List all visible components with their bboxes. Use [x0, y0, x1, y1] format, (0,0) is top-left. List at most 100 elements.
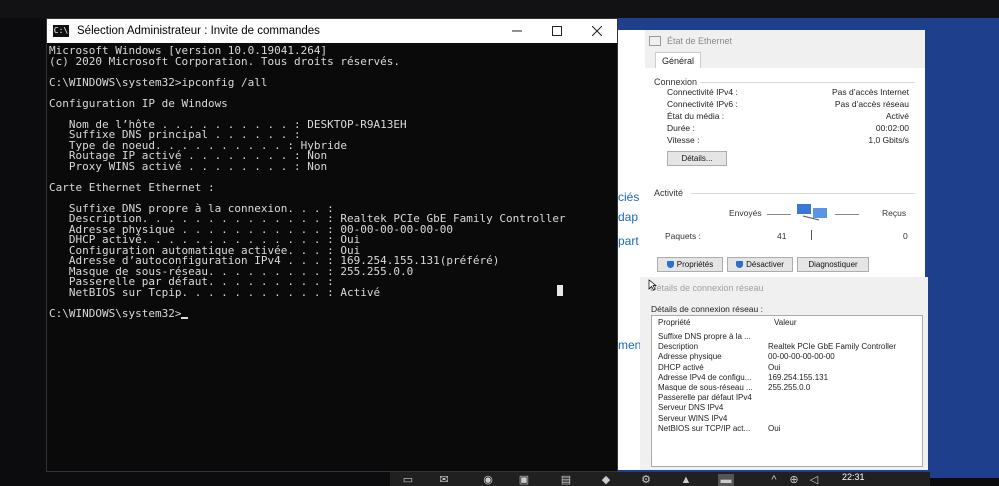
- row-property: DHCP activé: [658, 362, 704, 372]
- details-label: Détails de connexion réseau :: [651, 304, 763, 314]
- notification-chevron-icon[interactable]: ^: [768, 474, 780, 486]
- row-property: Masque de sous-réseau ...: [658, 383, 753, 392]
- cmd-output-line: Configuration IP de Windows: [49, 96, 228, 110]
- row-label: État du média :: [667, 111, 725, 121]
- received-line: [835, 214, 859, 215]
- globe-network-icon[interactable]: ⊕: [788, 474, 800, 486]
- row-label: Durée :: [667, 123, 695, 133]
- cmd-output-line: NetBIOS sur Tcpip. . . . . . . . . . . :…: [49, 285, 381, 299]
- connection-details-window[interactable]: Détails de connexion réseau Détails de c…: [640, 277, 928, 470]
- eth-titlebar[interactable]: État de Ethernet: [645, 30, 925, 52]
- cmd-output-line: C:\WINDOWS\system32>ipconfig /all: [49, 75, 268, 89]
- settings-gear-icon[interactable]: ⚙: [640, 474, 652, 486]
- row-value: 169.254.155.131: [768, 372, 829, 382]
- details-button[interactable]: Détails...: [667, 151, 727, 166]
- table-row[interactable]: Suffixe DNS propre à la ...: [658, 332, 768, 342]
- column-header-value[interactable]: Valeur: [770, 316, 797, 330]
- cmd-output-line: Carte Ethernet Ethernet :: [49, 180, 215, 194]
- cmd-output-line: C:\WINDOWS\system32>: [49, 308, 617, 319]
- details-table[interactable]: Propriété Valeur Suffixe DNS propre à la…: [651, 315, 923, 467]
- row-property: Serveur WINS IPv4: [658, 413, 728, 423]
- cmd-output[interactable]: Microsoft Windows [version 10.0.19041.26…: [47, 43, 617, 319]
- row-property: Suffixe DNS propre à la ...: [658, 332, 751, 341]
- taskbar-clock[interactable]: 22:31: [842, 472, 865, 482]
- details-window-title: Détails de connexion réseau: [650, 283, 764, 293]
- row-value: Oui: [768, 423, 781, 433]
- row-property: Serveur DNS IPv4: [658, 403, 724, 413]
- group-separator: [691, 193, 915, 194]
- paquets-label: Paquets :: [665, 231, 701, 241]
- table-row[interactable]: DHCP activé Oui: [658, 363, 780, 373]
- cmd-titlebar[interactable]: C:\ Sélection Administrateur : Invite de…: [47, 19, 617, 43]
- table-row[interactable]: Adresse physique 00-00-00-00-00-00: [658, 352, 835, 362]
- table-header: Propriété Valeur: [652, 316, 922, 330]
- table-row[interactable]: Serveur WINS IPv4: [658, 414, 768, 424]
- row-value: Pas d’accès réseau: [834, 99, 909, 109]
- table-row[interactable]: Serveur DNS IPv4: [658, 403, 768, 413]
- eth-window-title: État de Ethernet: [667, 36, 733, 46]
- tab-general[interactable]: Général: [655, 52, 702, 69]
- row-property: Adresse IPv4 de configu...: [658, 372, 752, 382]
- maximize-icon: [552, 26, 562, 36]
- folder-icon[interactable]: ▭: [402, 474, 414, 486]
- row-property: NetBIOS sur TCP/IP act...: [658, 423, 751, 433]
- close-button[interactable]: [577, 19, 617, 43]
- table-row[interactable]: Masque de sous-réseau ... 255.255.0.0: [658, 383, 810, 393]
- row-value: Pas d’accès Internet: [831, 87, 909, 97]
- selection-marker: [557, 285, 563, 296]
- mail-icon[interactable]: ✉: [438, 474, 450, 486]
- command-prompt-window[interactable]: C:\ Sélection Administrateur : Invite de…: [46, 18, 618, 472]
- volume-icon[interactable]: ◁: [808, 474, 820, 486]
- recus-label: Reçus: [882, 208, 907, 218]
- row-value: 00:02:00: [875, 123, 909, 133]
- edge-browser-icon[interactable]: ◉: [482, 474, 494, 486]
- shield-icon: [666, 261, 674, 268]
- background-fragment-text: ciés: [618, 190, 640, 204]
- group-separator: [700, 82, 915, 83]
- row-property: Description: [658, 342, 699, 352]
- row-value: Realtek PCIe GbE Family Controller: [768, 342, 897, 352]
- status-row: Durée : 00:02:00: [667, 123, 909, 135]
- row-label: Vitesse :: [667, 135, 700, 145]
- mouse-cursor-icon: [648, 279, 658, 291]
- network-activity-icon: [797, 204, 827, 221]
- shield-icon: [736, 261, 744, 268]
- paquets-sent-value: 41: [777, 231, 787, 241]
- minimize-button[interactable]: [497, 19, 537, 43]
- network-icon: [649, 36, 661, 46]
- table-row[interactable]: NetBIOS sur TCP/IP act... Oui: [658, 424, 780, 434]
- background-fragment-text: dap: [618, 210, 639, 224]
- cmd-taskbar-icon[interactable]: ▬: [718, 474, 734, 486]
- status-row: Vitesse : 1,0 Gbits/s: [667, 135, 909, 147]
- table-row[interactable]: Passerelle par défaut IPv4: [658, 393, 768, 403]
- status-row: État du média : Activé: [667, 111, 909, 123]
- table-row[interactable]: Description Realtek PCIe GbE Family Contr…: [658, 342, 896, 352]
- background-fragment-text: part: [618, 234, 639, 248]
- table-row[interactable]: Adresse IPv4 de configu... 169.254.155.13…: [658, 373, 828, 383]
- row-label: Connectivité IPv4 :: [667, 87, 738, 97]
- activite-group-title: Activité: [654, 188, 684, 198]
- row-property: Passerelle par défaut IPv4: [658, 393, 752, 403]
- app-icon[interactable]: ▣: [518, 474, 530, 486]
- row-value: Activé: [885, 111, 909, 121]
- cmd-app-icon: C:\: [53, 25, 69, 37]
- column-header-property[interactable]: Propriété: [652, 316, 770, 330]
- package-icon[interactable]: ◆: [600, 474, 612, 486]
- maximize-button[interactable]: [537, 19, 577, 43]
- row-value: Oui: [768, 362, 781, 372]
- row-value: 00-00-00-00-00-00: [768, 352, 835, 362]
- row-value: 255.255.0.0: [768, 383, 811, 392]
- row-label: Connectivité IPv6 :: [667, 99, 738, 109]
- monitor-bezel: [0, 0, 999, 18]
- diagnostiquer-button[interactable]: Diagnostiquer: [797, 257, 869, 272]
- desactiver-button[interactable]: Désactiver: [727, 257, 793, 272]
- cmd-output-line: (c) 2020 Microsoft Corporation. Tous dro…: [49, 54, 400, 68]
- store-icon[interactable]: ▤: [560, 474, 572, 486]
- row-value: 1,0 Gbits/s: [868, 135, 909, 145]
- cmd-window-title: Sélection Administrateur : Invite de com…: [77, 25, 320, 37]
- proprietes-button[interactable]: Propriétés: [657, 257, 723, 272]
- activity-divider: [811, 230, 812, 240]
- status-row: Connectivité IPv4 : Pas d’accès Internet: [667, 87, 909, 99]
- photos-icon[interactable]: ▲: [680, 474, 692, 486]
- sent-line: [767, 214, 791, 215]
